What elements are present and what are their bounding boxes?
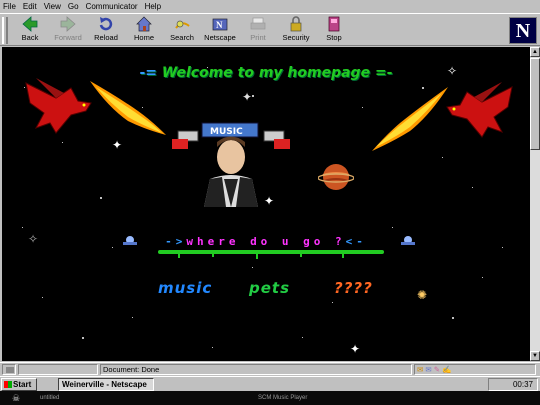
nav-text: where do u go ? <box>186 235 346 248</box>
menu-view[interactable]: View <box>44 1 61 12</box>
toolbar-grip[interactable] <box>2 17 8 44</box>
search-button[interactable]: Search <box>164 16 200 46</box>
print-label: Print <box>250 33 266 42</box>
player-track-label: untitled <box>40 395 60 401</box>
menu-edit[interactable]: Edit <box>23 1 37 12</box>
home-icon <box>126 16 162 33</box>
dragon-fire-right-icon <box>372 87 448 151</box>
scroll-thumb[interactable] <box>530 58 540 150</box>
netscape-task-button[interactable]: Weinerville - Netscape <box>58 378 154 391</box>
menu-bar: File Edit View Go Communicator Help <box>0 0 540 12</box>
sparkle-icon: ✺ <box>417 288 428 302</box>
clock[interactable]: 00:37 <box>513 380 533 389</box>
search-icon <box>164 16 200 33</box>
print-button[interactable]: Print <box>240 16 276 46</box>
security-label: Security <box>282 33 310 42</box>
back-arrow-icon <box>12 16 48 33</box>
search-label: Search <box>170 33 194 42</box>
svg-text:MUSIC: MUSIC <box>210 127 243 137</box>
homepage-portrait-image: MUSIC <box>172 122 290 207</box>
security-status-icon[interactable] <box>2 364 16 375</box>
menu-help[interactable]: Help <box>145 1 161 12</box>
dragon-fire-left-icon <box>90 81 166 135</box>
home-button[interactable]: Home <box>126 16 162 46</box>
pets-link[interactable]: pets <box>249 279 290 297</box>
component-bar: ✉ ✉ ✎ ✍ <box>414 364 536 375</box>
vertical-scrollbar[interactable]: ▲ ▼ <box>530 47 540 361</box>
forward-label: Forward <box>54 33 82 42</box>
svg-text:N: N <box>216 20 223 30</box>
composer-icon[interactable]: ✍ <box>442 365 451 374</box>
windows-logo-icon <box>4 381 12 388</box>
progress-box <box>18 364 98 375</box>
windows-taskbar: Start Weinerville - Netscape 00:37 <box>0 376 540 391</box>
navigator-icon[interactable]: ✉ <box>417 365 423 374</box>
skull-icon: ☠ <box>12 393 21 403</box>
spaceship-right-icon <box>401 236 415 245</box>
back-label: Back <box>21 33 39 42</box>
stop-icon <box>316 16 352 33</box>
music-player-bar: ☠ untitled SCM Music Player <box>0 391 540 405</box>
system-tray: 00:37 <box>488 378 538 391</box>
sparkle-icon: ✦ <box>242 90 253 104</box>
status-text: Document: Done <box>100 364 412 375</box>
forward-arrow-icon <box>50 16 86 33</box>
navigation-toolbar: Back Forward Reload Home Search N Netsca… <box>0 13 540 46</box>
discussion-icon[interactable]: ✎ <box>434 365 440 374</box>
netscape-logo[interactable]: N <box>509 17 537 44</box>
menu-communicator[interactable]: Communicator <box>86 1 138 12</box>
mail-icon[interactable]: ✉ <box>425 365 431 374</box>
stop-label: Stop <box>326 33 342 42</box>
print-icon <box>240 16 276 33</box>
menu-file[interactable]: File <box>3 1 16 12</box>
stop-button[interactable]: Stop <box>316 16 352 46</box>
forward-button[interactable]: Forward <box>50 16 86 46</box>
slime-divider <box>158 250 384 254</box>
home-label: Home <box>133 33 154 42</box>
start-button[interactable]: Start <box>1 378 37 391</box>
reload-label: Reload <box>94 33 118 42</box>
question-marks-link[interactable]: ???? <box>334 279 373 297</box>
welcome-text: Welcome to my homepage <box>161 65 371 81</box>
page-content: ✦ ✧ ✦ ✺ ✦ ✧ ✦ -= Welcome to my homepage … <box>2 47 530 361</box>
security-lock-icon <box>278 16 314 33</box>
ringed-planet-icon <box>318 164 354 190</box>
start-label: Start <box>13 380 32 389</box>
player-title: SCM Music Player <box>258 395 308 401</box>
netscape-button[interactable]: N Netscape <box>202 16 238 46</box>
menu-go[interactable]: Go <box>68 1 79 12</box>
netscape-label: Netscape <box>204 33 236 42</box>
sparkle-icon: ✦ <box>350 342 361 356</box>
welcome-deco-right: =- <box>374 65 393 81</box>
where-do-u-go-heading: ->where do u go ?<- <box>165 235 367 248</box>
scroll-up-button[interactable]: ▲ <box>530 47 540 57</box>
scroll-down-button[interactable]: ▼ <box>530 351 540 361</box>
reload-icon <box>88 16 124 33</box>
music-link[interactable]: music <box>158 279 212 297</box>
netscape-icon: N <box>202 16 238 33</box>
reload-button[interactable]: Reload <box>88 16 124 46</box>
security-button[interactable]: Security <box>278 16 314 46</box>
status-bar: Document: Done ✉ ✉ ✎ ✍ <box>0 362 540 375</box>
back-button[interactable]: Back <box>12 16 48 46</box>
